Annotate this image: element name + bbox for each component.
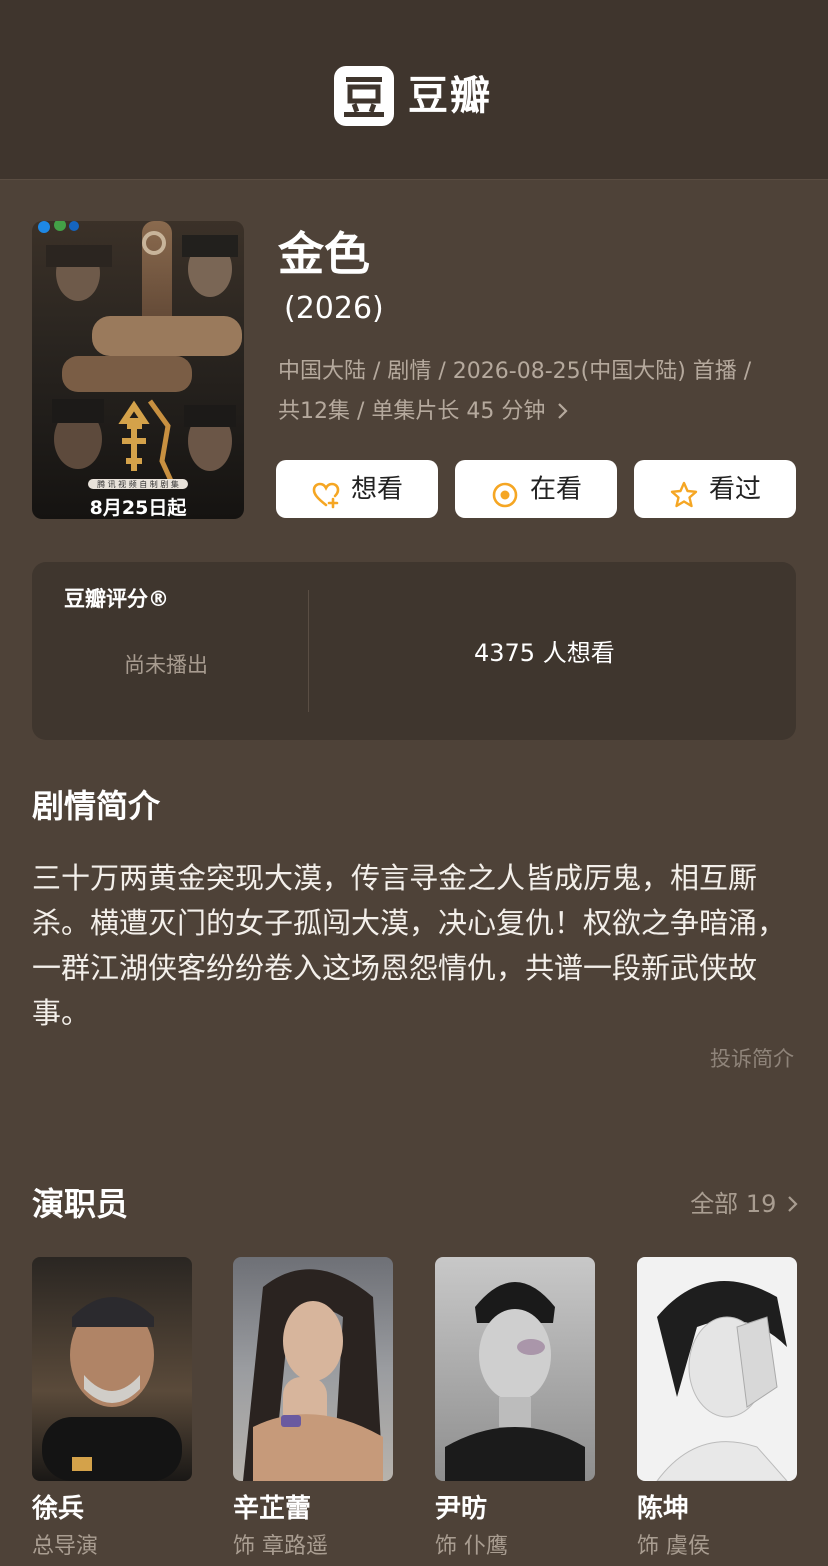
report-synopsis-link[interactable]: 投诉简介: [710, 1044, 794, 1074]
top-bar: 豆瓣: [0, 0, 828, 180]
cast-photo[interactable]: [233, 1257, 393, 1481]
cast-name: 徐兵: [32, 1494, 85, 1524]
target-circle-icon: [490, 473, 520, 507]
cast-name: 辛芷蕾: [233, 1494, 312, 1524]
cast-role: 饰 仆鹰: [435, 1534, 508, 1559]
watched-label: 看过: [708, 474, 761, 505]
heart-plus-icon: [311, 473, 341, 508]
cast-member[interactable]: 尹昉 饰 仆鹰: [435, 1257, 595, 1559]
cast-photo[interactable]: [32, 1257, 192, 1481]
rating-divider: [308, 590, 309, 712]
cast-member[interactable]: 陈坤 饰 虞侯: [637, 1257, 797, 1559]
watching-label: 在看: [529, 474, 582, 505]
all-cast-label: 全部 19: [690, 1190, 777, 1218]
poster-image[interactable]: 腾 讯 视 频 自 制 剧 集 8月25日起: [32, 221, 244, 519]
rating-status: 尚未播出: [124, 653, 208, 677]
want-to-watch-button[interactable]: 想看: [276, 460, 438, 518]
app-name: 豆瓣: [408, 73, 492, 119]
rating-card[interactable]: 豆瓣评分® 尚未播出 4375 人想看: [32, 562, 796, 740]
all-cast-link[interactable]: 全部 19: [690, 1186, 800, 1222]
meta-line-2: 共12集 / 单集片长 45 分钟: [278, 392, 798, 432]
show-title: 金色: [278, 227, 370, 281]
cast-photo[interactable]: [435, 1257, 595, 1481]
rating-title: 豆瓣评分®: [64, 587, 169, 611]
wish-count: 4375 人想看: [474, 639, 615, 667]
poster-date: 8月25日起: [90, 497, 188, 519]
want-to-watch-label: 想看: [350, 474, 403, 505]
douban-logo-icon[interactable]: [334, 66, 394, 126]
cast-name: 陈坤: [637, 1494, 690, 1524]
cast-heading: 演职员: [32, 1185, 129, 1223]
cast-photo[interactable]: [637, 1257, 797, 1481]
watching-button[interactable]: 在看: [455, 460, 617, 518]
cast-role: 饰 章路遥: [233, 1534, 328, 1559]
meta-line-2-text: 共12集 / 单集片长 45 分钟: [278, 399, 546, 424]
meta-line-1: 中国大陆 / 剧情 / 2026-08-25(中国大陆) 首播 /: [278, 359, 752, 384]
watched-button[interactable]: 看过: [634, 460, 796, 518]
show-meta[interactable]: 中国大陆 / 剧情 / 2026-08-25(中国大陆) 首播 / 共12集 /…: [278, 352, 798, 432]
synopsis-heading: 剧情简介: [32, 787, 161, 825]
synopsis-text: 三十万两黄金突现大漠，传言寻金之人皆成厉鬼，相互厮杀。横遭灭门的女子孤闯大漠，决…: [32, 861, 787, 1030]
star-icon: [669, 473, 699, 507]
cast-name: 尹昉: [435, 1494, 488, 1524]
cast-role: 饰 虞侯: [637, 1534, 710, 1559]
show-year: (2026): [284, 291, 384, 326]
cast-role: 总导演: [32, 1534, 99, 1559]
cast-member[interactable]: 徐兵 总导演: [32, 1257, 192, 1559]
chevron-right-icon: [552, 399, 570, 424]
cast-member[interactable]: 辛芷蕾 饰 章路遥: [233, 1257, 393, 1559]
chevron-right-icon: [784, 1190, 800, 1218]
